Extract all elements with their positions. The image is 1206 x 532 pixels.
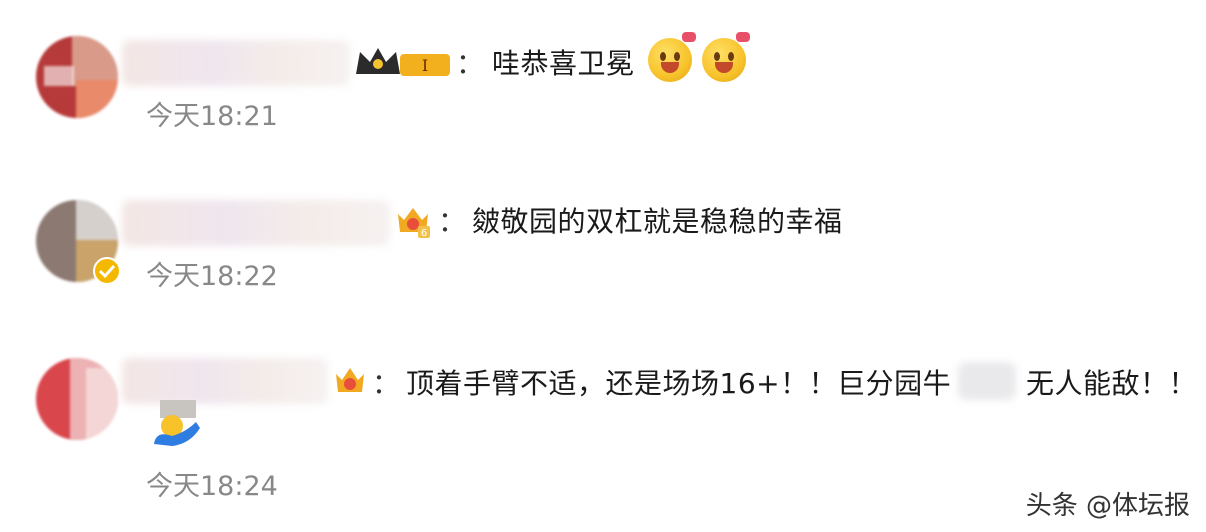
crown-level-badge-icon: I [356, 48, 450, 76]
comment-timestamp: 今天18:24 [146, 471, 278, 502]
redacted-text-blurred [958, 362, 1016, 400]
avatar[interactable] [36, 358, 118, 440]
comment-text: 哇恭喜卫冕 [492, 47, 635, 80]
fan-crown-badge-icon: 6 [398, 208, 430, 238]
comment-colon: ： [372, 367, 401, 400]
svg-text:I: I [422, 56, 428, 75]
comment-item: I ： 哇恭喜卫冕 今天18:21 [0, 0, 1206, 150]
comment-colon: ： [456, 47, 485, 80]
username-blurred[interactable] [122, 358, 328, 404]
smiley-emoji-icon [648, 32, 696, 82]
comment-item: 6 ： 皴敬园的双杠就是稳稳的幸福 今天18:22 [0, 180, 1206, 310]
fan-crown-badge-icon [336, 368, 364, 392]
strong-arm-emoji-icon [154, 400, 200, 446]
comment-text: 顶着手臂不适，还是场场16+！！巨分园牛 [406, 367, 952, 400]
avatar[interactable] [36, 36, 118, 118]
comment-text: 皴敬园的双杠就是稳稳的幸福 [472, 205, 843, 238]
username-blurred[interactable] [122, 200, 390, 246]
svg-text:6: 6 [421, 228, 427, 238]
verified-check-icon [93, 257, 121, 285]
username-blurred[interactable] [122, 40, 350, 86]
smiley-emoji-icon [702, 32, 750, 82]
comment-timestamp: 今天18:21 [146, 101, 278, 132]
comment-text-continued: 无人能敌！！ [1026, 367, 1198, 400]
watermark: 头条 @体坛报 [1025, 491, 1190, 521]
comment-colon: ： [438, 205, 467, 238]
comment-timestamp: 今天18:22 [146, 261, 278, 292]
